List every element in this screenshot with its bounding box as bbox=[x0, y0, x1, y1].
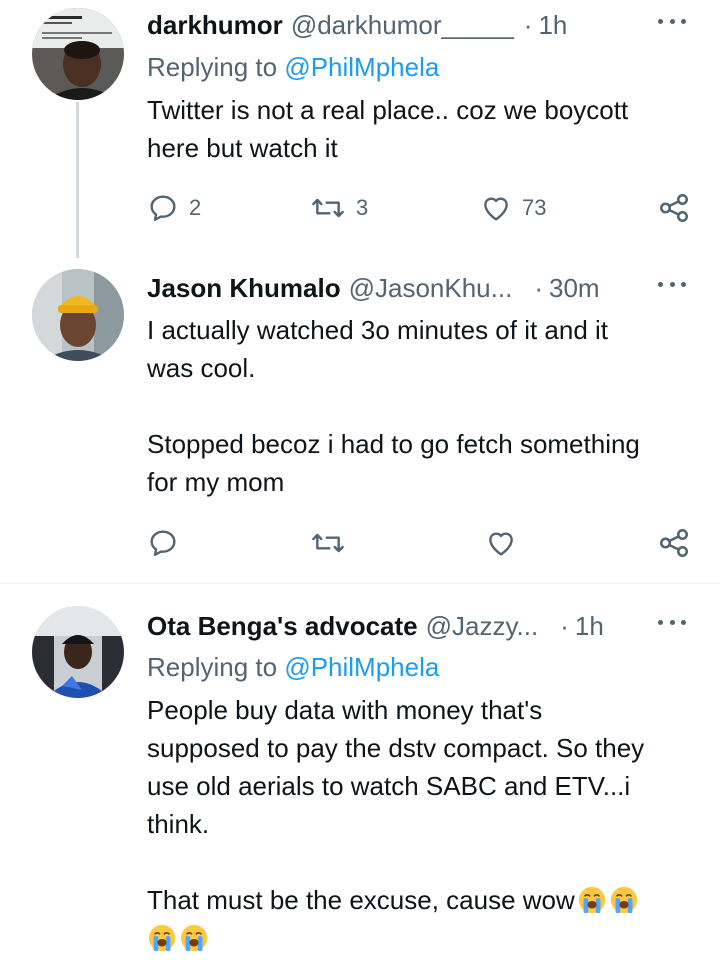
tweet-text: People buy data with money that's suppos… bbox=[147, 691, 707, 957]
share-button[interactable] bbox=[657, 525, 691, 561]
avatar-darkhumor[interactable] bbox=[32, 8, 124, 100]
user-handle[interactable]: @JasonKhu... bbox=[349, 273, 513, 304]
tweet-darkhumor[interactable]: darkhumor @darkhumor_____ · 1h Replying … bbox=[0, 0, 720, 265]
retweet-icon bbox=[312, 533, 344, 553]
retweet-button[interactable]: 3 bbox=[310, 190, 368, 226]
replying-to-label: Replying to bbox=[147, 652, 278, 682]
mention-link[interactable]: @PhilMphela bbox=[284, 652, 439, 682]
timestamp[interactable]: 30m bbox=[549, 273, 600, 304]
separator-dot: · bbox=[534, 272, 543, 303]
share-icon bbox=[659, 528, 689, 558]
like-button[interactable] bbox=[485, 525, 517, 561]
tweet-jason-khumalo[interactable]: Jason Khumalo @JasonKhu... · 30m I actua… bbox=[0, 265, 720, 583]
loudly-crying-face-emoji bbox=[610, 886, 637, 914]
loudly-crying-face-emoji bbox=[148, 924, 176, 952]
display-name[interactable]: Jason Khumalo bbox=[147, 273, 341, 304]
user-handle[interactable]: @Jazzy... bbox=[426, 611, 539, 642]
reply-button[interactable] bbox=[147, 525, 179, 561]
loudly-crying-face-emoji bbox=[180, 924, 208, 952]
share-button[interactable] bbox=[657, 190, 691, 226]
mention-link[interactable]: @PhilMphela bbox=[284, 52, 439, 82]
tweet-text: Twitter is not a real place.. coz we boy… bbox=[147, 95, 629, 163]
reply-icon bbox=[150, 195, 176, 221]
like-count: 73 bbox=[522, 195, 547, 220]
replying-to: Replying to @PhilMphela bbox=[147, 52, 439, 83]
separator-dot: · bbox=[523, 9, 533, 40]
retweet-button[interactable] bbox=[310, 525, 346, 561]
avatar-jason-khumalo[interactable] bbox=[32, 269, 124, 361]
display-name[interactable]: Ota Benga's advocate bbox=[147, 611, 418, 642]
more-icon[interactable] bbox=[654, 11, 690, 31]
reply-icon bbox=[150, 530, 176, 556]
timestamp[interactable]: 1h bbox=[575, 611, 604, 642]
thread-line bbox=[76, 102, 79, 258]
separator-dot: · bbox=[560, 610, 569, 641]
like-button[interactable]: 73 bbox=[480, 190, 546, 226]
reply-count: 2 bbox=[189, 195, 202, 220]
tweet-header: Jason Khumalo @JasonKhu... · 30m bbox=[147, 270, 690, 306]
display-name[interactable]: darkhumor bbox=[147, 10, 283, 41]
loudly-crying-face-emoji bbox=[578, 886, 605, 914]
tweet-header: darkhumor @darkhumor_____ · 1h bbox=[147, 7, 690, 43]
tweet-text-content: People buy data with money that's suppos… bbox=[147, 695, 645, 915]
retweet-icon bbox=[312, 198, 344, 218]
tweet-ota-bengas-advocate[interactable]: Ota Benga's advocate @Jazzy... · 1h Repl… bbox=[0, 584, 720, 961]
user-handle[interactable]: @darkhumor_____ bbox=[291, 10, 514, 41]
reply-button[interactable]: 2 bbox=[147, 190, 201, 226]
timestamp[interactable]: 1h bbox=[538, 10, 567, 41]
replying-to: Replying to @PhilMphela bbox=[147, 652, 439, 683]
share-icon bbox=[659, 193, 689, 223]
replying-to-label: Replying to bbox=[147, 52, 278, 82]
tweet-header: Ota Benga's advocate @Jazzy... · 1h bbox=[147, 608, 690, 644]
more-icon[interactable] bbox=[654, 274, 690, 294]
heart-icon bbox=[484, 197, 508, 221]
heart-icon bbox=[489, 532, 513, 556]
avatar-ota-bengas-advocate[interactable] bbox=[32, 606, 124, 698]
retweet-count: 3 bbox=[356, 195, 369, 220]
action-bar: 2 3 73 bbox=[147, 190, 692, 226]
tweet-text: I actually watched 3o minutes of it and … bbox=[147, 315, 640, 497]
more-icon[interactable] bbox=[654, 612, 690, 632]
action-bar bbox=[147, 525, 692, 561]
